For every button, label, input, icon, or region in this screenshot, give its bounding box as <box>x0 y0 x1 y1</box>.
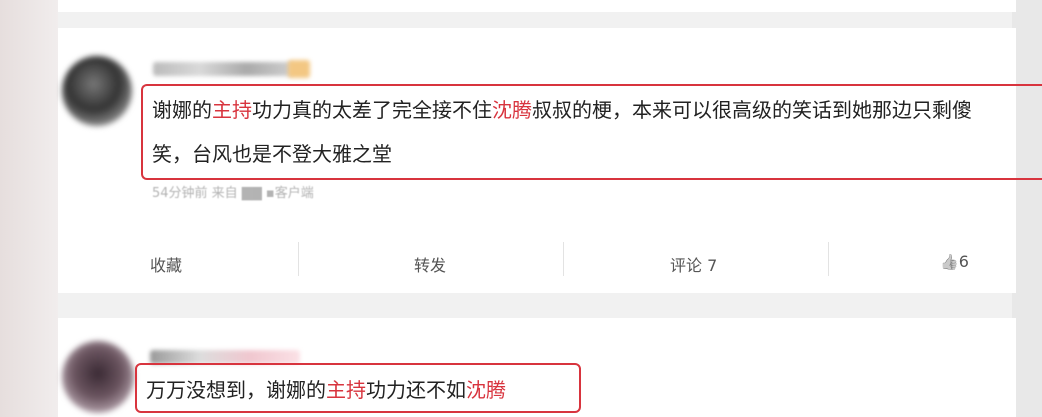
like-button[interactable]: 👍6 <box>940 252 969 271</box>
avatar[interactable] <box>62 56 132 126</box>
thumbs-up-icon: 👍 <box>940 253 959 271</box>
divider <box>298 242 299 276</box>
collect-button[interactable]: 收藏 <box>150 252 182 276</box>
blurred-username[interactable] <box>153 62 293 76</box>
divider <box>828 242 829 276</box>
avatar[interactable] <box>62 341 134 413</box>
blurred-user-badge <box>288 60 310 78</box>
previous-post-bottom <box>58 0 1016 12</box>
highlight-box <box>141 84 1042 180</box>
left-margin <box>0 0 58 417</box>
right-margin <box>1012 0 1042 417</box>
divider <box>563 242 564 276</box>
highlight-box <box>135 363 581 413</box>
comment-button[interactable]: 评论 7 <box>670 252 717 276</box>
post-meta: 54分钟前 来自 ▇▇ ▪客户端 <box>152 186 314 201</box>
repost-button[interactable]: 转发 <box>414 252 446 276</box>
blurred-username[interactable] <box>150 350 300 364</box>
